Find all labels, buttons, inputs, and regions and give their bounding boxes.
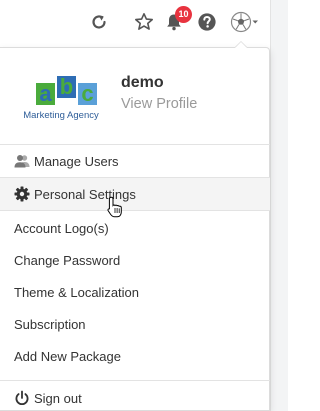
refresh-icon[interactable] (87, 10, 111, 34)
star-icon[interactable] (132, 10, 156, 34)
logo-letter-c: c (78, 83, 97, 105)
notification-count-badge: 10 (175, 6, 192, 23)
menu-item-personal-settings[interactable]: Personal Settings (0, 178, 270, 210)
hand-pointer-cursor-icon (107, 196, 122, 218)
logo-tagline: Marketing Agency (23, 110, 99, 121)
menu-item-subscription[interactable]: Subscription (0, 308, 270, 340)
divider (0, 210, 270, 211)
user-name: demo (121, 74, 164, 91)
logo-letter-a: a (36, 83, 55, 105)
help-icon[interactable] (195, 10, 219, 34)
power-icon (14, 390, 30, 406)
menu-item-manage-users[interactable]: Manage Users (0, 145, 270, 177)
gear-icon (14, 186, 30, 202)
page-background-strip (270, 0, 288, 411)
menu-item-label: Add New Package (14, 348, 121, 364)
menu-item-label: Sign out (34, 390, 82, 406)
menu-item-label: Change Password (14, 252, 121, 268)
company-logo: a b c Marketing Agency (18, 76, 104, 124)
menu-item-account-logos[interactable]: Account Logo(s) (0, 212, 270, 244)
menu-item-label: Subscription (14, 316, 86, 332)
soccer-ball-avatar-icon[interactable] (230, 10, 260, 34)
profile-header: a b c Marketing Agency demo View Profile (0, 48, 270, 144)
menu-item-label: Account Logo(s) (14, 220, 109, 236)
view-profile-link[interactable]: View Profile (121, 96, 197, 112)
menu-item-change-password[interactable]: Change Password (0, 244, 270, 276)
menu-item-theme-localization[interactable]: Theme & Localization (0, 276, 270, 308)
menu-item-add-new-package[interactable]: Add New Package (0, 340, 270, 372)
logo-letter-b: b (57, 76, 76, 98)
menu-item-label: Theme & Localization (14, 284, 140, 300)
users-icon (14, 153, 30, 169)
menu-item-label: Manage Users (34, 153, 119, 169)
profile-dropdown-menu: a b c Marketing Agency demo View Profile… (0, 47, 270, 411)
dropdown-caret-fill (235, 42, 247, 48)
menu-item-sign-out[interactable]: Sign out (0, 382, 270, 411)
divider (0, 380, 270, 381)
